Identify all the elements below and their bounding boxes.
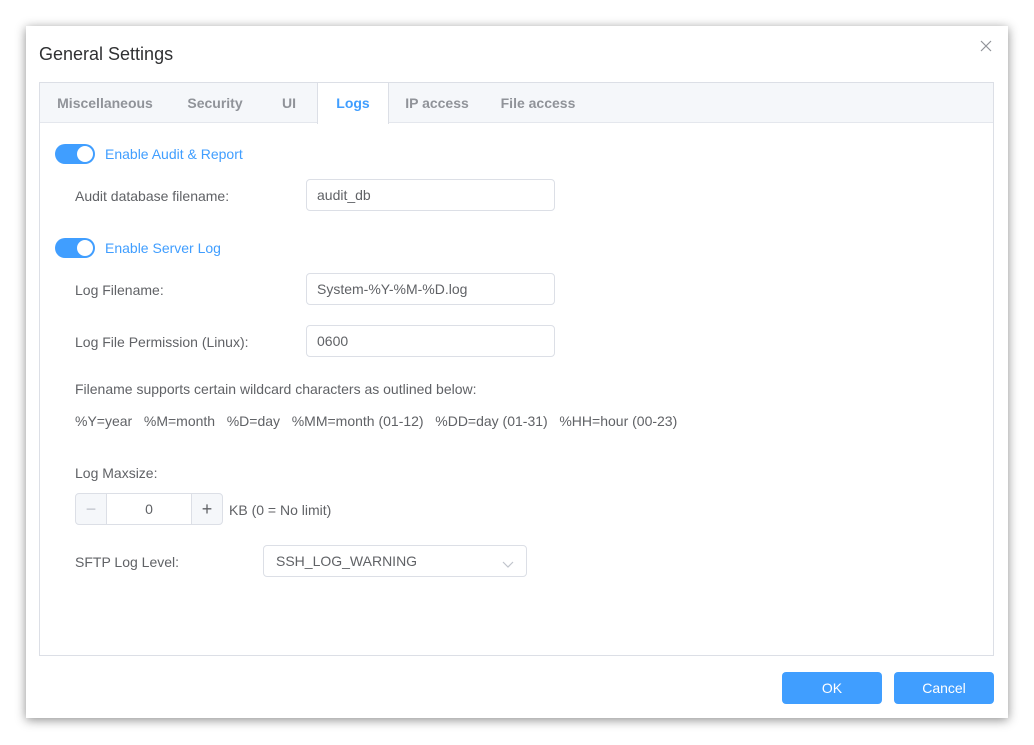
ok-button[interactable]: OK xyxy=(782,672,882,704)
tab-file-access[interactable]: File access xyxy=(485,83,591,123)
chevron-down-icon xyxy=(502,556,514,574)
settings-panel: Miscellaneous Security UI Logs IP access… xyxy=(39,82,994,656)
cancel-button[interactable]: Cancel xyxy=(894,672,994,704)
log-maxsize-stepper: − 0 + xyxy=(75,493,223,525)
server-log-toggle-label[interactable]: Enable Server Log xyxy=(105,240,221,256)
tab-security[interactable]: Security xyxy=(170,83,260,123)
general-settings-dialog: General Settings Miscellaneous Security … xyxy=(26,26,1008,718)
log-filename-label: Log Filename: xyxy=(75,282,164,298)
increment-button[interactable]: + xyxy=(191,493,223,525)
sftp-level-label: SFTP Log Level: xyxy=(75,554,180,570)
close-icon[interactable] xyxy=(978,38,994,54)
log-maxsize-unit: KB (0 = No limit) xyxy=(229,502,332,518)
toggle-knob xyxy=(77,240,93,256)
wildcard-list: %Y=year %M=month %D=day %MM=month (01-12… xyxy=(75,413,678,429)
audit-report-toggle-label[interactable]: Enable Audit & Report xyxy=(105,146,243,162)
toggle-knob xyxy=(77,146,93,162)
log-filename-input[interactable] xyxy=(306,273,555,305)
log-permission-label: Log File Permission (Linux): xyxy=(75,334,249,350)
audit-report-toggle[interactable] xyxy=(55,144,95,164)
tab-ui[interactable]: UI xyxy=(260,83,318,123)
sftp-level-value: SSH_LOG_WARNING xyxy=(276,553,418,569)
decrement-button[interactable]: − xyxy=(75,493,107,525)
dialog-title: General Settings xyxy=(39,44,174,64)
tab-bar: Miscellaneous Security UI Logs IP access… xyxy=(40,83,993,124)
log-permission-input[interactable] xyxy=(306,325,555,357)
tab-ip-access[interactable]: IP access xyxy=(389,83,485,123)
audit-db-label: Audit database filename: xyxy=(75,188,230,204)
log-maxsize-value[interactable]: 0 xyxy=(106,493,192,525)
tab-miscellaneous[interactable]: Miscellaneous xyxy=(40,83,170,123)
server-log-toggle[interactable] xyxy=(55,238,95,258)
tab-logs[interactable]: Logs xyxy=(317,83,389,124)
audit-db-input[interactable] xyxy=(306,179,555,211)
wildcard-note: Filename supports certain wildcard chara… xyxy=(75,381,477,397)
sftp-level-select[interactable]: SSH_LOG_WARNING xyxy=(263,545,527,577)
log-maxsize-label: Log Maxsize: xyxy=(75,465,158,481)
